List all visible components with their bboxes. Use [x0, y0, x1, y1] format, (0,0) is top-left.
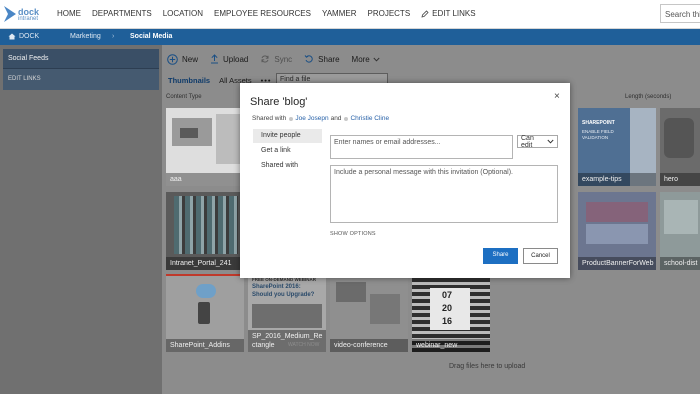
shared-with-label: Shared with	[252, 115, 287, 122]
tab-get-a-link[interactable]: Get a link	[253, 144, 322, 158]
and-text: and	[330, 115, 342, 122]
chevron-down-icon	[547, 139, 554, 144]
presence-icon	[344, 116, 349, 121]
cancel-button[interactable]: Cancel	[523, 248, 558, 264]
tab-shared-with[interactable]: Shared with	[253, 159, 322, 173]
shared-person-link[interactable]: Joe Josepn	[295, 115, 328, 122]
invite-names-input[interactable]: Enter names or email addresses...	[330, 135, 513, 159]
permission-value: Can edit	[521, 134, 534, 149]
show-options-link[interactable]: SHOW OPTIONS	[330, 231, 376, 237]
shared-person-link[interactable]: Christie Cline	[350, 115, 389, 122]
presence-icon	[289, 116, 294, 121]
share-tabs: Invite people Get a link Shared with	[253, 129, 322, 277]
shared-with-summary: Shared with Joe Josepn and Christie Clin…	[252, 115, 391, 122]
modal-overlay: Share 'blog' × Shared with Joe Josepn an…	[0, 0, 700, 394]
permission-select[interactable]: Can edit	[517, 134, 558, 149]
dialog-title: Share 'blog'	[250, 96, 308, 108]
share-dialog: Share 'blog' × Shared with Joe Josepn an…	[240, 83, 570, 278]
share-submit-button[interactable]: Share	[483, 248, 518, 264]
personal-message-input[interactable]: Include a personal message with this inv…	[330, 165, 558, 223]
close-icon[interactable]: ×	[554, 91, 560, 102]
tab-invite-people[interactable]: Invite people	[253, 129, 322, 143]
